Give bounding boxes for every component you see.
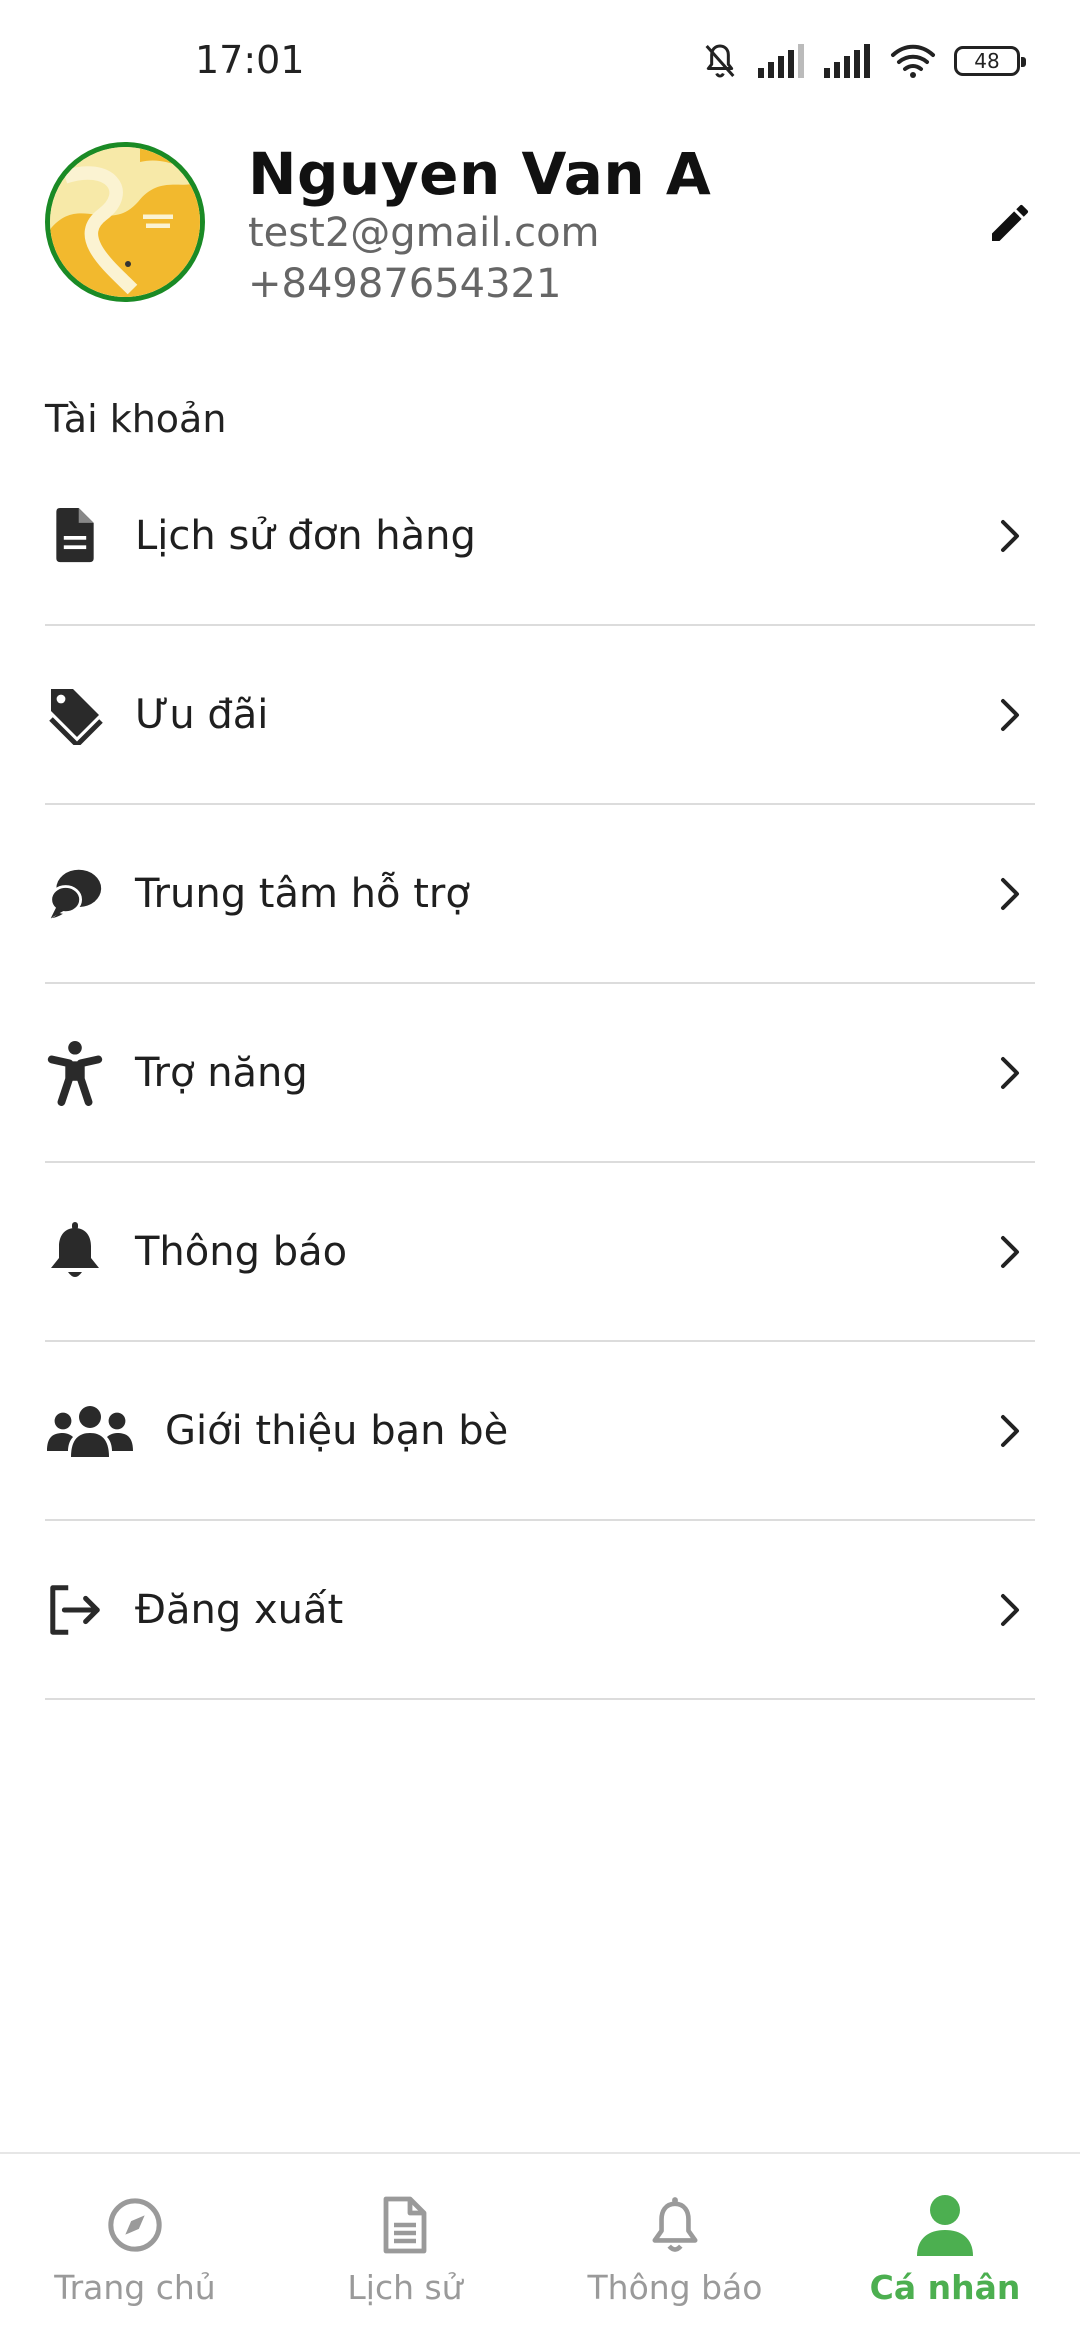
avatar[interactable] <box>45 142 205 302</box>
menu-item-label: Lịch sử đơn hàng <box>135 512 476 559</box>
menu-item-label: Đăng xuất <box>135 1586 344 1633</box>
signal-icon <box>824 44 872 78</box>
menu-item-logout[interactable]: Đăng xuất <box>45 1521 1035 1700</box>
status-icons: 48 <box>700 36 1026 86</box>
menu-item-refer-friends[interactable]: Giới thiệu bạn bè <box>45 1342 1035 1521</box>
person-icon <box>912 2192 978 2258</box>
menu-item-support-center[interactable]: Trung tâm hỗ trợ <box>45 805 1035 984</box>
profile-name: Nguyen Van A <box>248 140 712 208</box>
status-bar: 17:01 48 <box>0 0 1080 120</box>
profile-phone: +84987654321 <box>248 261 562 307</box>
pencil-icon <box>986 199 1034 252</box>
menu-item-label: Trung tâm hỗ trợ <box>135 870 470 917</box>
bell-icon <box>642 2192 708 2258</box>
signal-icon <box>758 44 806 78</box>
chevron-right-icon <box>1001 1593 1019 1626</box>
menu-item-label: Ưu đãi <box>135 691 269 738</box>
menu-item-accessibility[interactable]: Trợ năng <box>45 984 1035 1163</box>
bottom-nav: Trang chủ Lịch sử Thông báo Cá nhân <box>0 2152 1080 2340</box>
section-title-account: Tài khoản <box>45 397 227 441</box>
accessibility-icon <box>47 1040 103 1106</box>
nav-label: Lịch sử <box>347 2268 463 2307</box>
chevron-right-icon <box>1001 698 1019 731</box>
tag-icon <box>47 685 103 745</box>
profile-email: test2@gmail.com <box>248 210 600 256</box>
nav-label: Trang chủ <box>54 2268 216 2307</box>
bell-off-icon <box>700 41 740 81</box>
nav-item-history[interactable]: Lịch sử <box>270 2154 540 2340</box>
chevron-right-icon <box>1001 1056 1019 1089</box>
document-icon <box>47 506 103 566</box>
users-icon <box>47 1401 133 1461</box>
nav-label: Cá nhân <box>869 2268 1021 2307</box>
menu-item-label: Trợ năng <box>135 1049 308 1096</box>
compass-icon <box>102 2192 168 2258</box>
chat-bubbles-icon <box>47 864 103 924</box>
chevron-right-icon <box>1001 1414 1019 1447</box>
status-time: 17:01 <box>195 38 305 82</box>
menu-item-offers[interactable]: Ưu đãi <box>45 626 1035 805</box>
nav-item-home[interactable]: Trang chủ <box>0 2154 270 2340</box>
chevron-right-icon <box>1001 519 1019 552</box>
menu-item-notifications[interactable]: Thông báo <box>45 1163 1035 1342</box>
chevron-right-icon <box>1001 1235 1019 1268</box>
avatar-image <box>50 147 200 297</box>
bell-icon <box>47 1221 103 1282</box>
nav-item-profile[interactable]: Cá nhân <box>810 2154 1080 2340</box>
account-menu: Lịch sử đơn hàng Ưu đãi Trung tâm hỗ trợ… <box>0 447 1080 1700</box>
edit-profile-button[interactable] <box>975 190 1045 260</box>
menu-item-label: Giới thiệu bạn bè <box>165 1407 509 1454</box>
battery-icon: 48 <box>954 46 1026 76</box>
menu-item-label: Thông báo <box>135 1228 348 1275</box>
document-icon <box>372 2192 438 2258</box>
chevron-right-icon <box>1001 877 1019 910</box>
nav-label: Thông báo <box>587 2268 763 2307</box>
logout-icon <box>47 1580 103 1640</box>
battery-level: 48 <box>974 49 1000 73</box>
menu-item-order-history[interactable]: Lịch sử đơn hàng <box>45 447 1035 626</box>
wifi-icon <box>890 43 936 79</box>
profile-header: Nguyen Van A test2@gmail.com +8498765432… <box>0 130 1080 330</box>
nav-item-notifications[interactable]: Thông báo <box>540 2154 810 2340</box>
